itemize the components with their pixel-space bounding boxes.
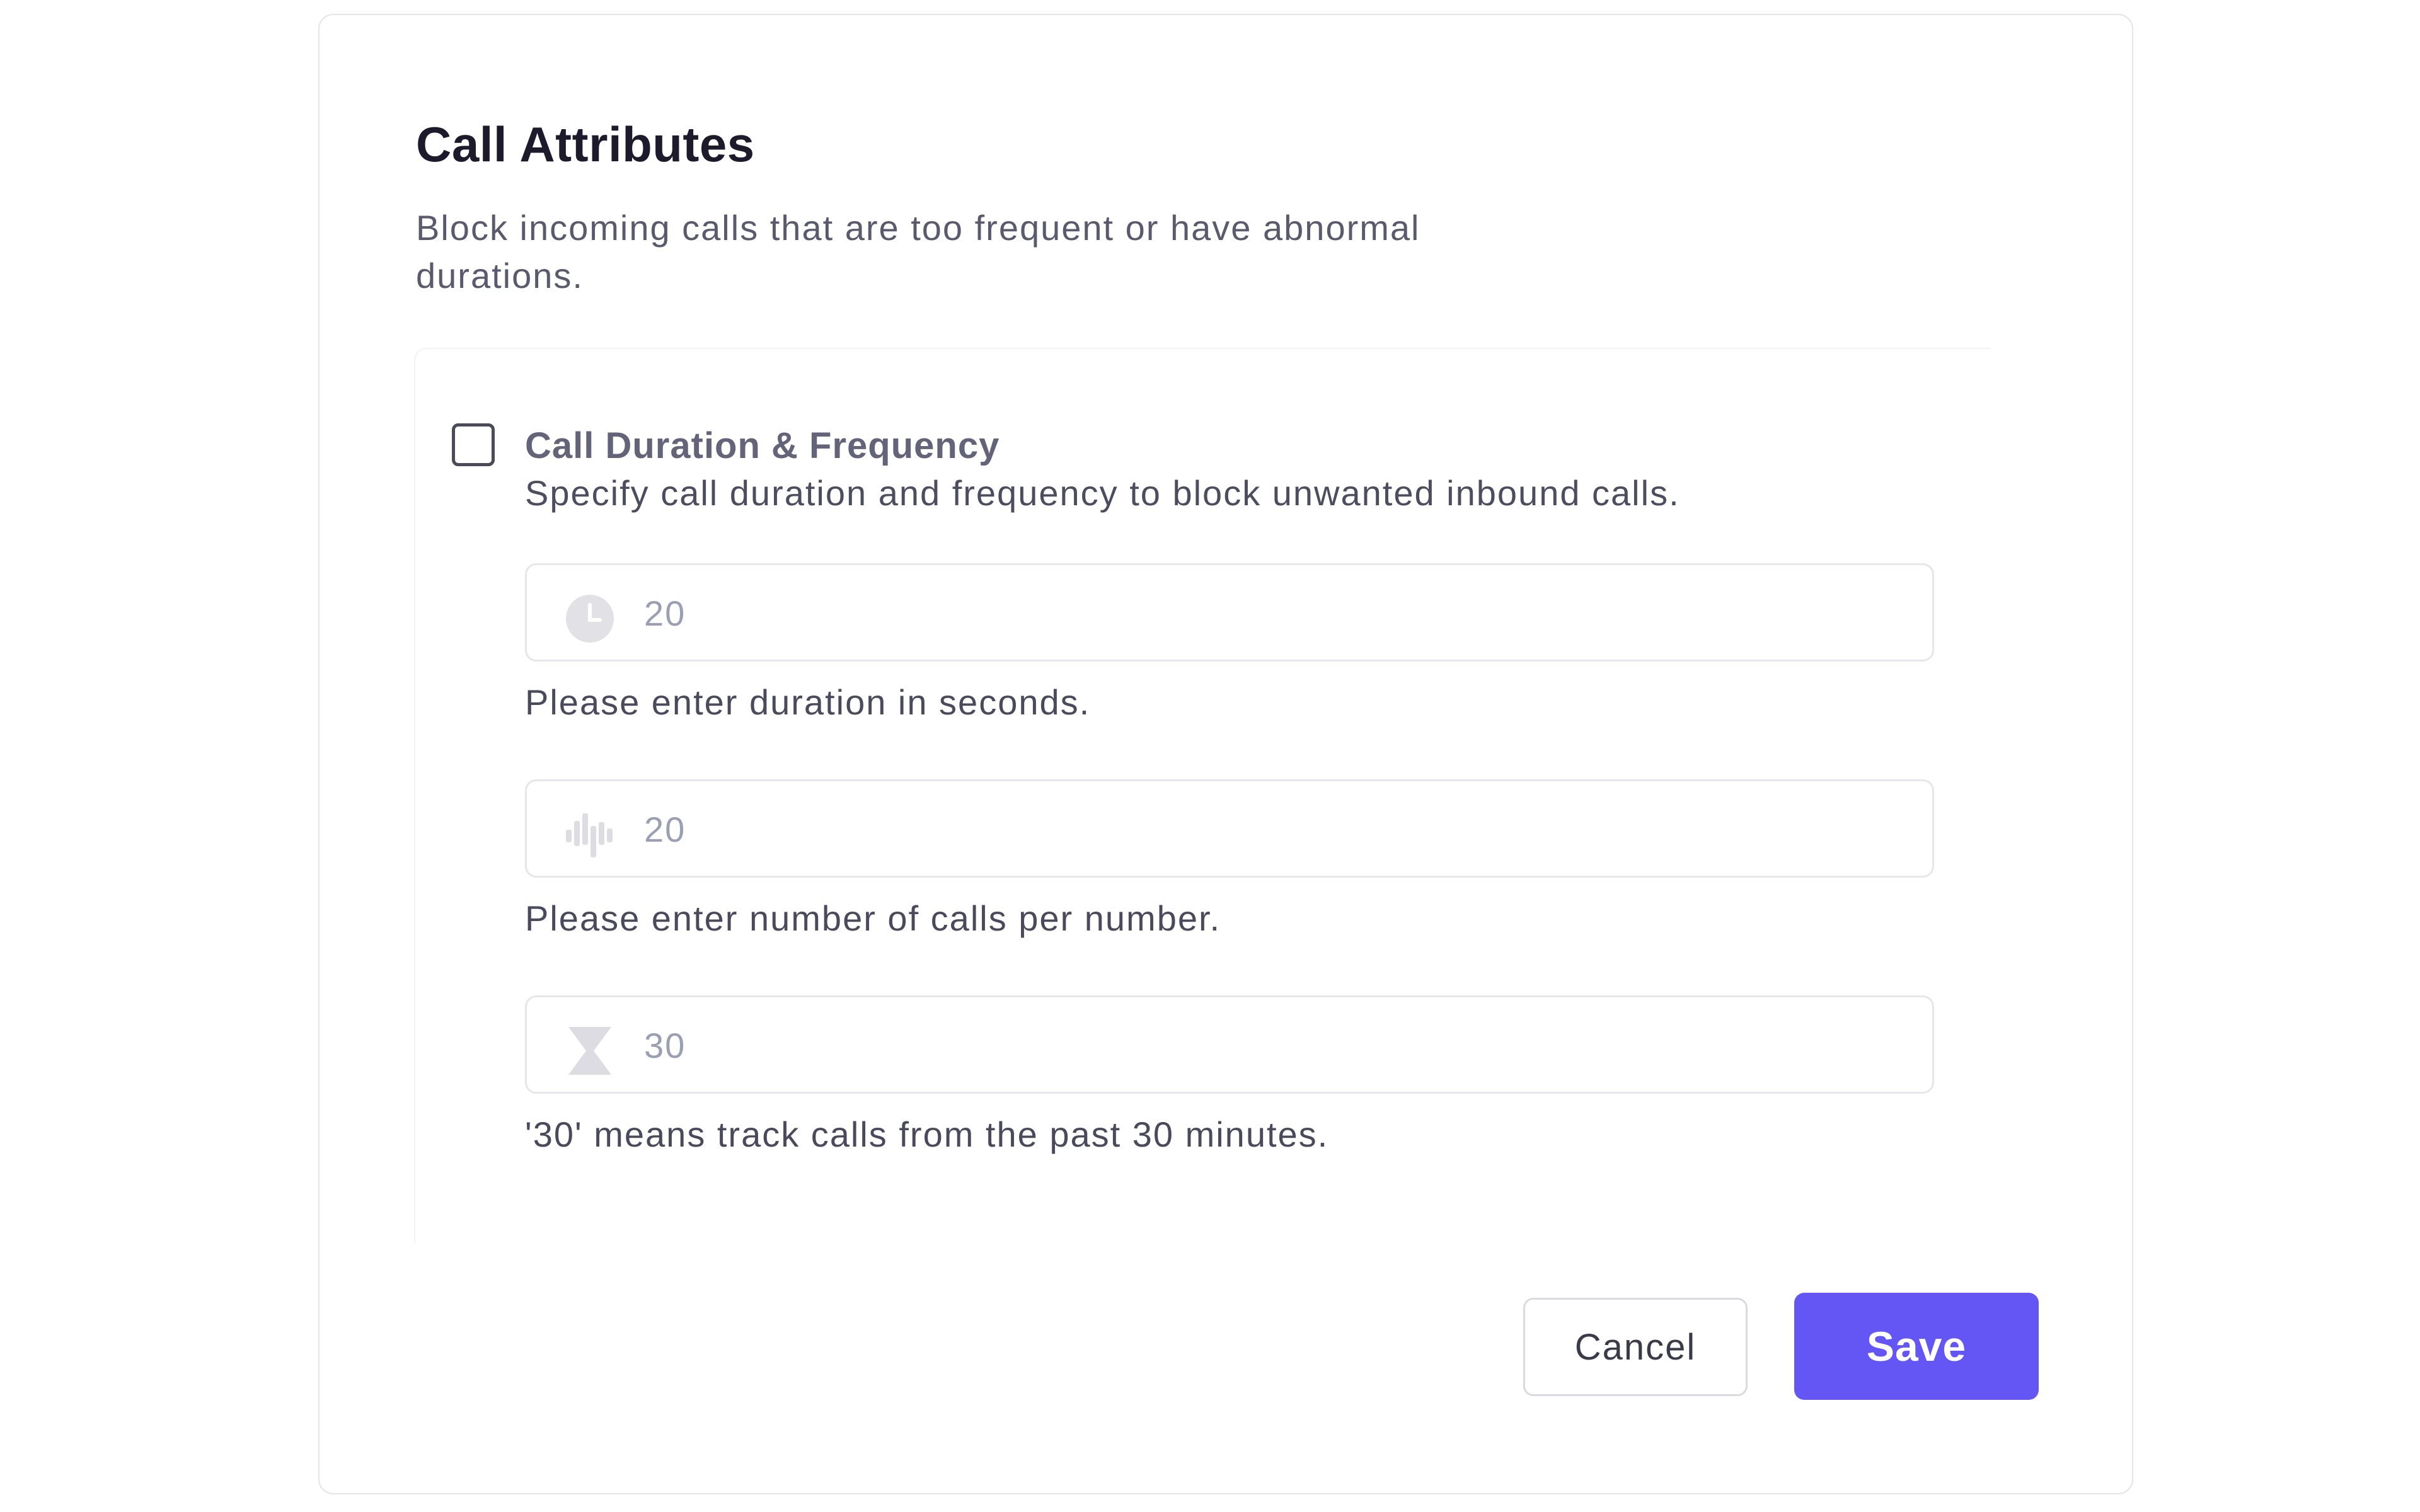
call-attributes-dialog: Call Attributes Block incoming calls tha… [318, 14, 2133, 1494]
duration-hint: Please enter duration in seconds. [525, 682, 1091, 722]
hourglass-icon [565, 1026, 615, 1076]
option-description: Specify call duration and frequency to b… [525, 473, 1680, 513]
duration-input[interactable] [644, 584, 1841, 642]
option-title: Call Duration & Frequency [525, 425, 1000, 466]
call-duration-frequency-checkbox[interactable] [452, 423, 495, 466]
call-duration-frequency-section: Call Duration & Frequency Specify call d… [414, 348, 1991, 1244]
calls-per-number-hint: Please enter number of calls per number. [525, 898, 1221, 938]
calls-per-number-input[interactable] [644, 800, 1841, 858]
dialog-subtitle: Block incoming calls that are too freque… [416, 208, 1420, 295]
waveform-icon [565, 810, 615, 860]
tracking-window-hint: '30' means track calls from the past 30 … [525, 1114, 1329, 1154]
calls-per-number-field [525, 779, 1934, 878]
tracking-window-input[interactable] [644, 1016, 1841, 1074]
cancel-button[interactable]: Cancel [1523, 1298, 1748, 1396]
tracking-window-field [525, 995, 1934, 1094]
save-button[interactable]: Save [1794, 1293, 2039, 1400]
dialog-title: Call Attributes [416, 117, 755, 172]
duration-field [525, 563, 1934, 662]
clock-icon [565, 593, 615, 644]
